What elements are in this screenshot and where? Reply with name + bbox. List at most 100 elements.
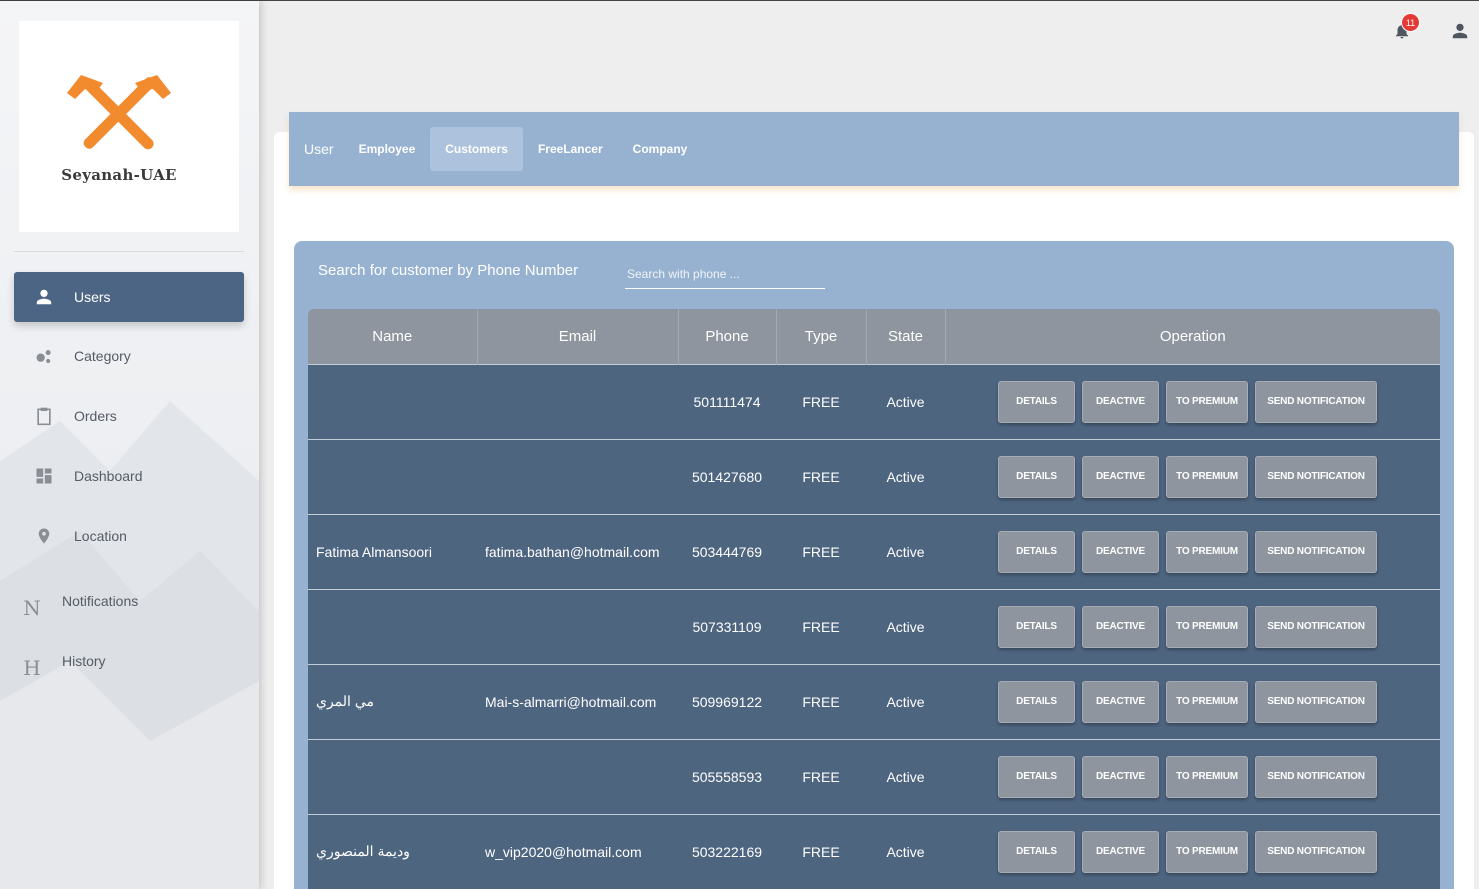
cell-type: FREE [776, 663, 866, 739]
cell-type: FREE [776, 588, 866, 664]
sidebar-item-category[interactable]: Category [14, 331, 244, 381]
logo[interactable]: Seyanah-UAE [19, 21, 239, 232]
send-notification-button[interactable]: SEND NOTIFICATION [1255, 605, 1377, 648]
phone-search-input[interactable] [625, 259, 825, 289]
details-button[interactable]: DETAILS [998, 455, 1075, 498]
sidebar-item-label: Users [74, 289, 111, 305]
deactive-button[interactable]: DEACTIVE [1082, 830, 1159, 873]
deactive-button[interactable]: DEACTIVE [1082, 530, 1159, 573]
table-row: Fatima Almansoori fatima.bathan@hotmail.c… [308, 513, 1440, 589]
column-header-state: State [866, 309, 946, 364]
cell-operation: DETAILS DEACTIVE TO PREMIUM SEND NOTIFICATI… [945, 513, 1440, 589]
table-row: 501111474 FREE Active DETAILS DEACTIVE TO PRE… [308, 363, 1440, 439]
bubbles-icon [14, 346, 74, 366]
cell-phone: 501427680 [678, 438, 776, 514]
sidebar-item-notifications[interactable]: N Notifications [14, 576, 244, 626]
details-button[interactable]: DETAILS [998, 380, 1075, 423]
to-premium-button[interactable]: TO PREMIUM [1166, 680, 1248, 723]
dashboard-icon [14, 466, 74, 486]
sidebar-divider [14, 251, 244, 252]
cell-name [308, 738, 477, 814]
cell-state: Active [866, 438, 945, 514]
sidebar-item-location[interactable]: Location [14, 511, 244, 561]
customers-table: Name Email Phone Type State Operation 50… [308, 309, 1440, 889]
deactive-button[interactable]: DEACTIVE [1082, 755, 1159, 798]
letter-n-icon: N [23, 596, 41, 620]
cell-operation: DETAILS DEACTIVE TO PREMIUM SEND NOTIFICATI… [945, 363, 1440, 439]
deactive-button[interactable]: DEACTIVE [1082, 455, 1159, 498]
cell-name [308, 588, 477, 664]
cell-state: Active [866, 663, 945, 739]
to-premium-button[interactable]: TO PREMIUM [1166, 755, 1248, 798]
table-row: 505558593 FREE Active DETAILS DEACTIVE TO PRE… [308, 738, 1440, 814]
cell-name [308, 363, 477, 439]
sidebar-item-label: Notifications [62, 593, 139, 609]
cell-email [477, 363, 678, 439]
sidebar-item-dashboard[interactable]: Dashboard [14, 451, 244, 501]
cell-name [308, 438, 477, 514]
cell-email [477, 438, 678, 514]
cell-type: FREE [776, 738, 866, 814]
cell-phone: 505558593 [678, 738, 776, 814]
row-actions: DETAILS DEACTIVE TO PREMIUM SEND NOTIFICATI… [953, 455, 1432, 498]
details-button[interactable]: DETAILS [998, 605, 1075, 648]
details-button[interactable]: DETAILS [998, 680, 1075, 723]
cell-state: Active [866, 363, 945, 439]
sidebar-item-history[interactable]: H History [14, 636, 244, 686]
cell-operation: DETAILS DEACTIVE TO PREMIUM SEND NOTIFICATI… [945, 588, 1440, 664]
sidebar-item-label: Location [74, 528, 127, 544]
table-row: وديمة المنصوري w_vip2020@hotmail.com 50322… [308, 813, 1440, 889]
table-row: 507331109 FREE Active DETAILS DEACTIVE TO PRE… [308, 588, 1440, 664]
cell-state: Active [866, 738, 945, 814]
send-notification-button[interactable]: SEND NOTIFICATION [1255, 530, 1377, 573]
to-premium-button[interactable]: TO PREMIUM [1166, 455, 1248, 498]
details-button[interactable]: DETAILS [998, 830, 1075, 873]
cell-type: FREE [776, 363, 866, 439]
send-notification-button[interactable]: SEND NOTIFICATION [1255, 830, 1377, 873]
sidebar-item-label: Dashboard [74, 468, 143, 484]
column-header-email: Email [477, 309, 679, 364]
tab-customers[interactable]: Customers [430, 127, 523, 171]
tab-freelancer[interactable]: FreeLancer [523, 127, 618, 171]
column-header-phone: Phone [678, 309, 777, 364]
clipboard-icon [14, 405, 74, 427]
cell-state: Active [866, 588, 945, 664]
sidebar: Seyanah-UAE Users Category Orders Dashbo… [0, 1, 259, 889]
deactive-button[interactable]: DEACTIVE [1082, 605, 1159, 648]
letter-h-icon: H [23, 656, 41, 680]
tab-company[interactable]: Company [618, 127, 703, 171]
sidebar-item-users[interactable]: Users [14, 272, 244, 322]
send-notification-button[interactable]: SEND NOTIFICATION [1255, 455, 1377, 498]
row-actions: DETAILS DEACTIVE TO PREMIUM SEND NOTIFICATI… [953, 605, 1432, 648]
to-premium-button[interactable]: TO PREMIUM [1166, 605, 1248, 648]
cell-type: FREE [776, 813, 866, 889]
details-button[interactable]: DETAILS [998, 755, 1075, 798]
cell-type: FREE [776, 513, 866, 589]
column-header-name: Name [308, 309, 478, 364]
deactive-button[interactable]: DEACTIVE [1082, 680, 1159, 723]
tabs-title: User [304, 141, 334, 157]
table-row: مي المري Mai-s-almarri@hotmail.com 5099691… [308, 663, 1440, 739]
search-label: Search for customer by Phone Number [318, 262, 579, 279]
to-premium-button[interactable]: TO PREMIUM [1166, 380, 1248, 423]
deactive-button[interactable]: DEACTIVE [1082, 380, 1159, 423]
row-actions: DETAILS DEACTIVE TO PREMIUM SEND NOTIFICATI… [953, 680, 1432, 723]
tab-employee[interactable]: Employee [344, 127, 431, 171]
brand-name: Seyanah-UAE [61, 166, 177, 184]
to-premium-button[interactable]: TO PREMIUM [1166, 830, 1248, 873]
cell-state: Active [866, 513, 945, 589]
sidebar-item-orders[interactable]: Orders [14, 391, 244, 441]
cell-name: وديمة المنصوري [308, 813, 477, 889]
details-button[interactable]: DETAILS [998, 530, 1075, 573]
to-premium-button[interactable]: TO PREMIUM [1166, 530, 1248, 573]
person-icon [14, 288, 74, 306]
cell-name: Fatima Almansoori [308, 513, 477, 589]
send-notification-button[interactable]: SEND NOTIFICATION [1255, 755, 1377, 798]
cell-email [477, 588, 678, 664]
send-notification-button[interactable]: SEND NOTIFICATION [1255, 380, 1377, 423]
customers-table-wrap: Name Email Phone Type State Operation 50… [308, 309, 1440, 889]
send-notification-button[interactable]: SEND NOTIFICATION [1255, 680, 1377, 723]
account-icon[interactable] [1451, 21, 1469, 46]
row-actions: DETAILS DEACTIVE TO PREMIUM SEND NOTIFICATI… [953, 830, 1432, 873]
cell-operation: DETAILS DEACTIVE TO PREMIUM SEND NOTIFICATI… [945, 738, 1440, 814]
